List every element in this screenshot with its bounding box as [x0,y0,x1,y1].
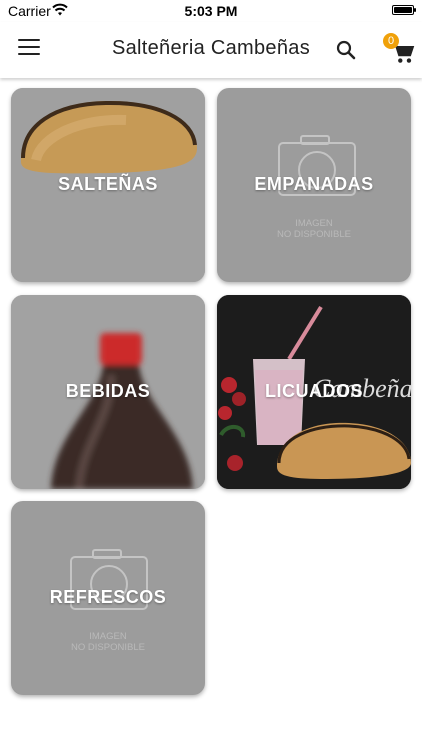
category-label: EMPANADAS [254,174,374,194]
status-bar: Carrier 5:03 PM [0,0,422,22]
category-label: SALTEÑAS [58,174,158,194]
category-card-refrescos[interactable]: REFRESCOS IMAGEN NO DISPONIBLE [11,501,205,695]
category-label: BEBIDAS [65,381,151,401]
cart-count-badge: 0 [383,33,399,49]
page-title: Salteñeria Cambeñas [111,37,311,59]
category-label: LICUADOS [265,381,363,401]
category-card-empanadas[interactable]: EMPANADAS IMAGEN NO DISPONIBLE [217,88,411,282]
app-bar: Salteñeria Cambeñas 0 [0,22,422,78]
category-card-licuados[interactable]: Cambeñas LICUADOS [217,295,411,489]
battery-icon [392,5,416,15]
category-label: REFRESCOS [49,587,167,607]
placeholder-text-line1: IMAGEN [89,631,127,642]
search-icon[interactable] [334,38,358,62]
category-card-saltenas[interactable]: SALTEÑAS [11,88,205,282]
category-card-bebidas[interactable]: BEBIDAS [11,295,205,489]
placeholder-text-line1: IMAGEN [295,218,333,229]
clock: 5:03 PM [184,3,238,19]
placeholder-text-line2: NO DISPONIBLE [277,229,351,240]
placeholder-text-line2: NO DISPONIBLE [71,642,145,653]
